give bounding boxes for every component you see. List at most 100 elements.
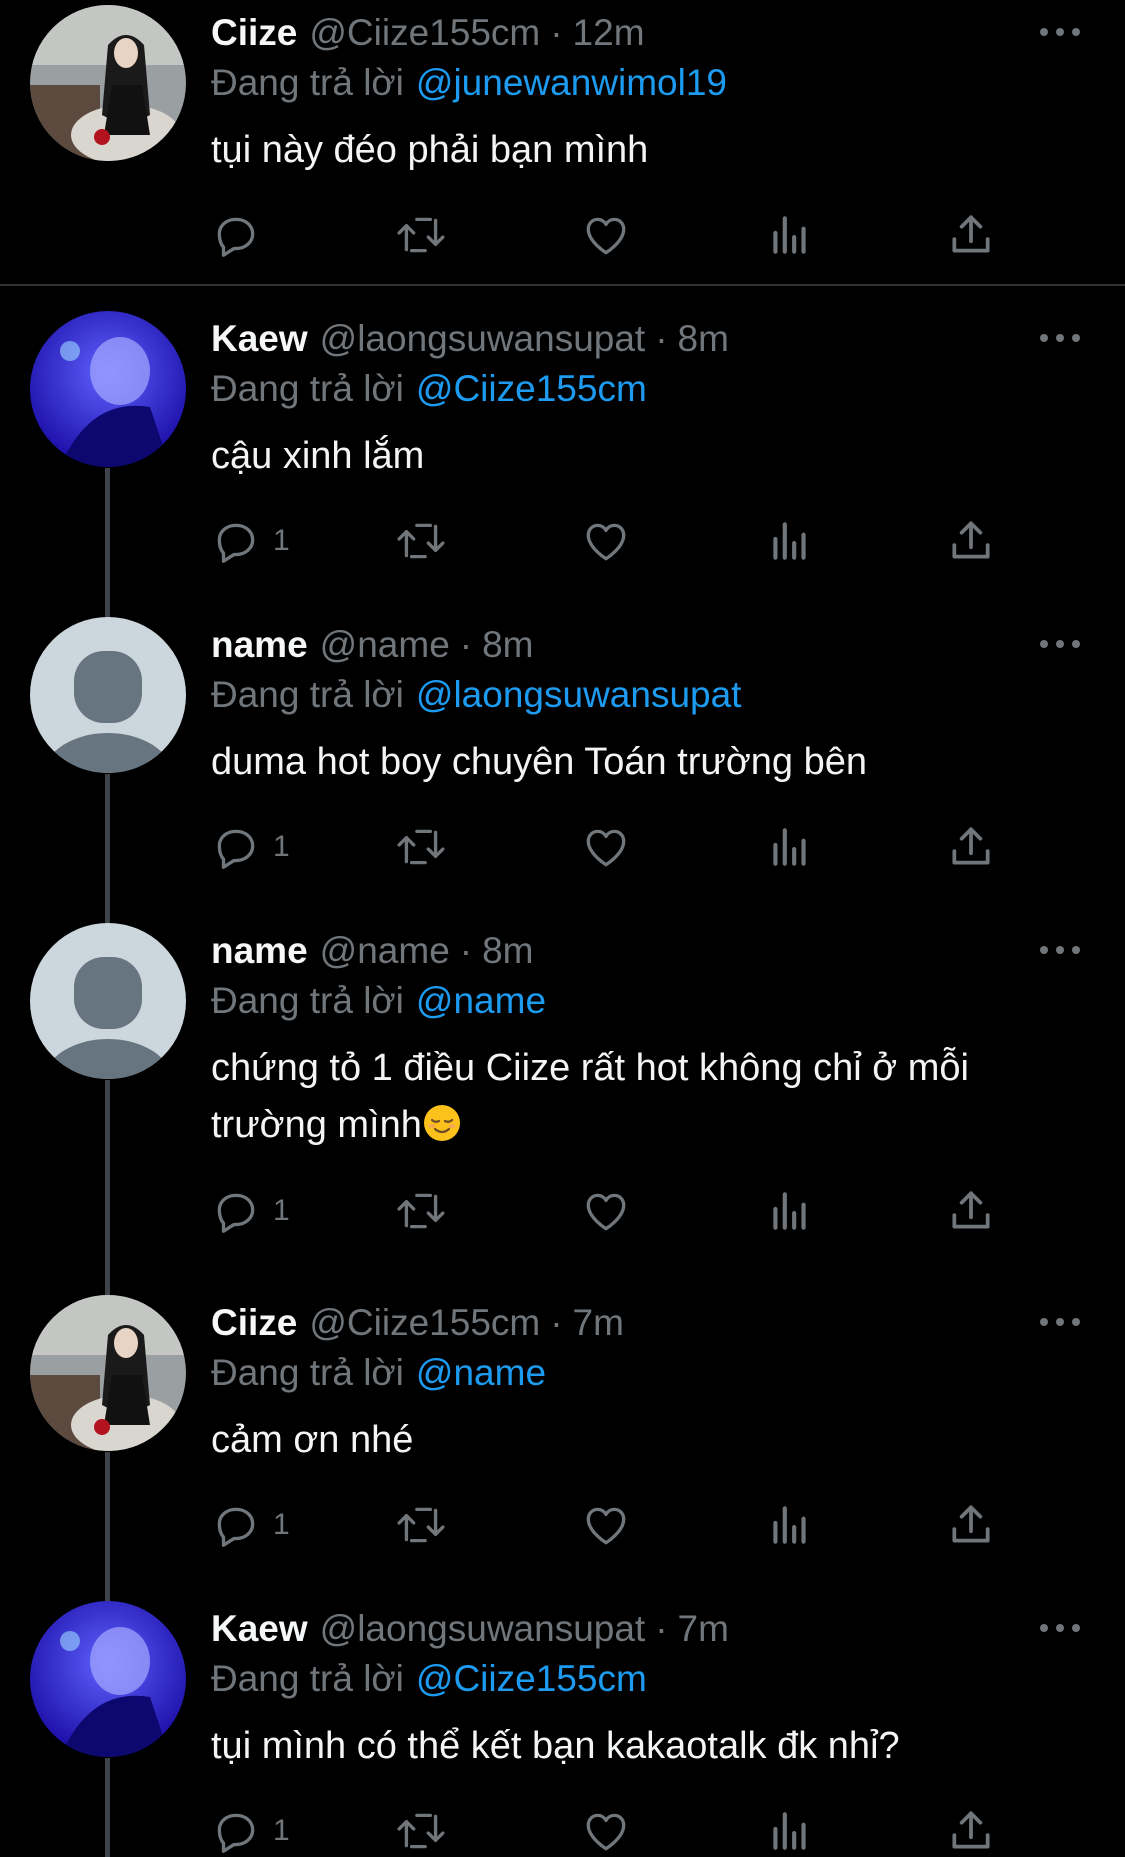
views-button[interactable] [765, 822, 815, 872]
tweet-text: tụi mình có thể kết bạn kakaotalk đk nhỉ… [211, 1725, 900, 1767]
timestamp[interactable]: 8m [482, 624, 533, 666]
separator-dot: · [459, 930, 473, 971]
more-icon[interactable] [1040, 940, 1080, 960]
user-handle[interactable]: @name [320, 624, 450, 666]
views-icon [773, 216, 806, 254]
reply-button[interactable]: 1 [211, 1186, 290, 1236]
display-name[interactable]: Kaew [211, 318, 308, 360]
display-name[interactable]: Kaew [211, 1608, 308, 1650]
avatar[interactable] [30, 1601, 186, 1757]
views-button[interactable] [765, 210, 815, 260]
views-button[interactable] [765, 1806, 815, 1856]
like-button[interactable] [581, 1500, 631, 1550]
user-handle[interactable]: @laongsuwansupat [320, 318, 646, 360]
retweet-button[interactable] [393, 1500, 449, 1550]
views-button[interactable] [765, 1186, 815, 1236]
more-icon[interactable] [1040, 634, 1080, 654]
reply-icon [217, 1507, 255, 1547]
replying-to: Đang trả lời @laongsuwansupat [211, 674, 741, 716]
timestamp[interactable]: 8m [482, 930, 533, 972]
more-icon[interactable] [1040, 22, 1080, 42]
tweet-text: cậu xinh lắm [211, 435, 425, 477]
user-handle[interactable]: @Ciize155cm [309, 12, 540, 54]
mention-link[interactable]: @junewanwimol19 [416, 62, 727, 103]
user-handle[interactable]: @laongsuwansupat [320, 1608, 646, 1650]
display-name[interactable]: name [211, 930, 308, 972]
thread-line [105, 1080, 110, 1300]
avatar[interactable] [30, 923, 186, 1079]
tweet-text-line: trường mình [211, 1097, 1091, 1154]
tweet-header: Kaew @laongsuwansupat · 8m [211, 314, 729, 364]
like-button[interactable] [581, 1806, 631, 1856]
reply-button[interactable] [211, 210, 273, 260]
display-name[interactable]: Ciize [211, 1302, 297, 1344]
like-button[interactable] [581, 210, 631, 260]
share-icon [952, 1191, 990, 1229]
more-icon[interactable] [1040, 328, 1080, 348]
avatar[interactable] [30, 1295, 186, 1451]
reply-button[interactable]: 1 [211, 516, 290, 566]
reply-button[interactable]: 1 [211, 1806, 290, 1856]
mention-link[interactable]: @name [416, 980, 546, 1021]
retweet-icon [397, 1193, 445, 1229]
share-icon [952, 827, 990, 865]
share-button[interactable] [946, 822, 996, 872]
views-button[interactable] [765, 1500, 815, 1550]
share-button[interactable] [946, 1806, 996, 1856]
timestamp[interactable]: 7m [678, 1608, 729, 1650]
views-button[interactable] [765, 516, 815, 566]
share-button[interactable] [946, 210, 996, 260]
mention-link[interactable]: @Ciize155cm [416, 368, 647, 409]
separator-dot: · [655, 1608, 668, 1649]
avatar[interactable] [30, 311, 186, 467]
replying-to: Đang trả lời @junewanwimol19 [211, 62, 727, 104]
retweet-button[interactable] [393, 822, 449, 872]
default-avatar-icon [30, 617, 186, 773]
timestamp[interactable]: 8m [678, 318, 729, 360]
like-icon [586, 523, 626, 561]
reply-icon [217, 523, 255, 563]
display-name[interactable]: name [211, 624, 308, 666]
share-button[interactable] [946, 1500, 996, 1550]
user-handle[interactable]: @Ciize155cm [309, 1302, 540, 1344]
like-button[interactable] [581, 1186, 631, 1236]
reply-button[interactable]: 1 [211, 1500, 290, 1550]
retweet-button[interactable] [393, 1186, 449, 1236]
like-icon [586, 1193, 626, 1231]
more-icon[interactable] [1040, 1618, 1080, 1638]
thread-line [105, 774, 110, 934]
retweet-icon [397, 1813, 445, 1849]
retweet-button[interactable] [393, 1806, 449, 1856]
reply-button[interactable]: 1 [211, 822, 290, 872]
retweet-button[interactable] [393, 516, 449, 566]
avatar[interactable] [30, 5, 186, 161]
avatar[interactable] [30, 617, 186, 773]
like-button[interactable] [581, 516, 631, 566]
more-icon[interactable] [1040, 1312, 1080, 1332]
thread-line [105, 468, 110, 628]
views-icon [773, 1192, 806, 1230]
like-icon [586, 217, 626, 255]
like-icon [586, 1813, 626, 1851]
mention-link[interactable]: @laongsuwansupat [416, 674, 742, 715]
timestamp[interactable]: 7m [573, 1302, 624, 1344]
tweet-header: name @name · 8m [211, 620, 534, 670]
retweet-icon [397, 829, 445, 865]
share-icon [952, 215, 990, 253]
mention-link[interactable]: @Ciize155cm [416, 1658, 647, 1699]
display-name[interactable]: Ciize [211, 12, 297, 54]
timestamp[interactable]: 12m [573, 12, 645, 54]
default-avatar-icon [30, 923, 186, 1079]
replying-to: Đang trả lời @name [211, 980, 546, 1022]
separator-dot: · [655, 318, 668, 359]
views-icon [773, 828, 806, 866]
mention-link[interactable]: @name [416, 1352, 546, 1393]
retweet-button[interactable] [393, 210, 449, 260]
tweet-text-line-2: trường mình [211, 1104, 422, 1146]
share-button[interactable] [946, 1186, 996, 1236]
tweet-text: duma hot boy chuyên Toán trường bên [211, 741, 867, 783]
share-button[interactable] [946, 516, 996, 566]
user-handle[interactable]: @name [320, 930, 450, 972]
like-button[interactable] [581, 822, 631, 872]
replying-to-label: Đang trả lời [211, 1658, 404, 1699]
